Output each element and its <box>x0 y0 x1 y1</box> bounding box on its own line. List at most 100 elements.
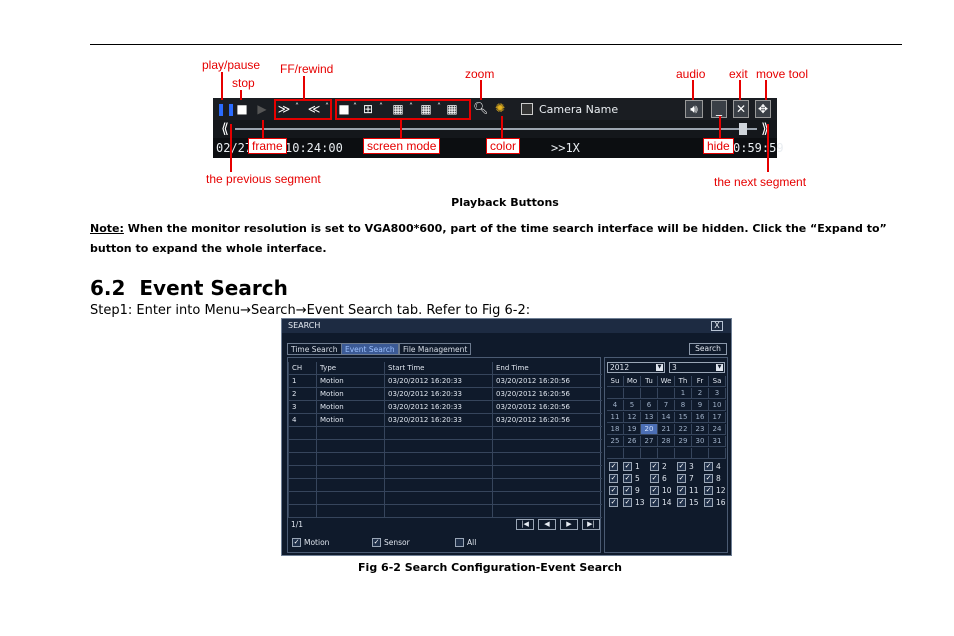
zoom-icon[interactable]: 🔍︎ <box>473 100 488 116</box>
channel-checkbox[interactable]: ✓ <box>704 498 713 507</box>
channel-checkboxes: ✓ ✓ 1 ✓ 2 ✓ 3 ✓ 4 ✓ ✓ 5 ✓ 6 ✓ 7 ✓ 8 ✓ ✓ 9 ✓ 10 ✓ 11 ✓ 12 ✓ ✓ 13 ✓ 14 ✓ 15… <box>607 462 727 512</box>
row-select-all-checkbox[interactable]: ✓ <box>609 498 618 507</box>
calendar-empty-cell <box>658 448 675 459</box>
sensor-checkbox[interactable]: ✓ <box>372 538 381 547</box>
channel-checkbox[interactable]: ✓ <box>677 486 686 495</box>
calendar-day[interactable]: 23 <box>692 424 709 435</box>
calendar-day[interactable]: 14 <box>658 412 675 423</box>
channel-checkbox[interactable]: ✓ <box>650 462 659 471</box>
table-cell <box>492 453 602 466</box>
calendar-day[interactable]: 7 <box>658 400 675 411</box>
calendar-day[interactable]: 9 <box>692 400 709 411</box>
first-page-button[interactable]: |◀ <box>516 519 534 530</box>
channel-checkbox[interactable]: ✓ <box>677 474 686 483</box>
table-row-empty <box>288 466 602 479</box>
table-row[interactable]: 1 Motion 03/20/2012 16:20:33 03/20/2012 16:… <box>288 375 602 388</box>
table-row-empty <box>288 479 602 492</box>
calendar-day[interactable]: 2 <box>692 388 709 399</box>
camera-name-checkbox[interactable] <box>521 103 533 115</box>
last-page-button[interactable]: ▶| <box>582 519 600 530</box>
seek-track[interactable] <box>235 128 757 130</box>
calendar-day[interactable]: 29 <box>675 436 692 447</box>
stop-icon[interactable]: ■ <box>235 101 249 117</box>
tab-file-management[interactable]: File Management <box>399 343 472 355</box>
channel-checkbox[interactable]: ✓ <box>677 498 686 507</box>
channel-checkbox[interactable]: ✓ <box>623 462 632 471</box>
label-stop: stop <box>232 76 255 90</box>
channel-checkbox[interactable]: ✓ <box>623 498 632 507</box>
channel-checkbox[interactable]: ✓ <box>704 474 713 483</box>
calendar-day[interactable]: 28 <box>658 436 675 447</box>
calendar-day[interactable]: 21 <box>658 424 675 435</box>
calendar-day[interactable]: 3 <box>709 388 726 399</box>
calendar-day[interactable]: 13 <box>641 412 658 423</box>
calendar-day[interactable]: 24 <box>709 424 726 435</box>
seek-thumb[interactable] <box>739 123 747 135</box>
calendar-day[interactable]: 25 <box>607 436 624 447</box>
calendar-day[interactable]: 20 <box>641 424 658 435</box>
frame-step-icon[interactable]: ▶ <box>256 101 268 117</box>
calendar-day[interactable]: 18 <box>607 424 624 435</box>
color-icon[interactable]: ✺ <box>493 100 507 116</box>
month-select[interactable]: 3 ▼ <box>669 362 725 373</box>
fig-6-2-caption: Fig 6-2 Search Configuration-Event Searc… <box>358 561 622 574</box>
row-select-all-checkbox[interactable]: ✓ <box>609 474 618 483</box>
calendar-day[interactable]: 11 <box>607 412 624 423</box>
table-row[interactable]: 3 Motion 03/20/2012 16:20:33 03/20/2012 16:… <box>288 401 602 414</box>
exit-icon[interactable]: ✕ <box>733 100 749 118</box>
end-time: 0:59:59 <box>733 141 784 155</box>
next-segment-icon[interactable]: ⟫ <box>757 121 773 137</box>
search-button[interactable]: Search <box>689 343 727 355</box>
column-header: CH <box>288 362 316 375</box>
calendar-day[interactable]: 1 <box>675 388 692 399</box>
channel-checkbox[interactable]: ✓ <box>650 498 659 507</box>
row-select-all-checkbox[interactable]: ✓ <box>609 486 618 495</box>
pause-icon[interactable]: ❚❚ <box>216 101 236 117</box>
channel-label: 15 <box>689 498 699 507</box>
channel-checkbox[interactable]: ✓ <box>704 486 713 495</box>
channel-checkbox[interactable]: ✓ <box>677 462 686 471</box>
tab-event-search[interactable]: Event Search <box>341 343 399 355</box>
tab-time-search[interactable]: Time Search <box>287 343 342 355</box>
calendar-day[interactable]: 31 <box>709 436 726 447</box>
channel-checkbox[interactable]: ✓ <box>623 486 632 495</box>
next-page-button[interactable]: ▶ <box>560 519 578 530</box>
calendar-day[interactable]: 19 <box>624 424 641 435</box>
channel-checkbox[interactable]: ✓ <box>650 486 659 495</box>
table-row[interactable]: 2 Motion 03/20/2012 16:20:33 03/20/2012 16:… <box>288 388 602 401</box>
calendar-day[interactable]: 10 <box>709 400 726 411</box>
close-button[interactable]: X <box>711 321 723 331</box>
table-cell: 03/20/2012 16:20:56 <box>492 401 602 414</box>
year-select[interactable]: 2012 ▼ <box>607 362 665 373</box>
calendar-day[interactable]: 16 <box>692 412 709 423</box>
calendar-day[interactable]: 6 <box>641 400 658 411</box>
calendar-day[interactable]: 8 <box>675 400 692 411</box>
table-cell <box>492 505 602 518</box>
calendar-day[interactable]: 22 <box>675 424 692 435</box>
playback-caption: Playback Buttons <box>451 196 559 209</box>
label-screen-mode: screen mode <box>363 138 441 154</box>
seek-bar[interactable]: ⟪ ⟫ <box>213 120 777 138</box>
channel-checkbox[interactable]: ✓ <box>704 462 713 471</box>
audio-icon[interactable]: 🔊︎ <box>685 100 703 118</box>
table-cell <box>288 505 316 518</box>
calendar-day[interactable]: 12 <box>624 412 641 423</box>
calendar-empty-cell <box>692 448 709 459</box>
motion-checkbox[interactable]: ✓ <box>292 538 301 547</box>
channel-checkbox[interactable]: ✓ <box>650 474 659 483</box>
calendar-day[interactable]: 30 <box>692 436 709 447</box>
channel-checkbox[interactable]: ✓ <box>623 474 632 483</box>
calendar-day[interactable]: 4 <box>607 400 624 411</box>
calendar-day[interactable]: 5 <box>624 400 641 411</box>
all-checkbox[interactable] <box>455 538 464 547</box>
row-select-all-checkbox[interactable]: ✓ <box>609 462 618 471</box>
table-row[interactable]: 4 Motion 03/20/2012 16:20:33 03/20/2012 16:… <box>288 414 602 427</box>
pointer-frame <box>262 120 264 140</box>
prev-page-button[interactable]: ◀ <box>538 519 556 530</box>
calendar-day[interactable]: 15 <box>675 412 692 423</box>
playback-buttons-figure: ❚❚ ■ ▶ ≫ ˄ ≪ ˄ ■ ˄ ⊞ ˄ ▦ ˄ ▦ ˄ ▦ 🔍︎ ✺ Ca… <box>0 0 954 200</box>
calendar-day[interactable]: 17 <box>709 412 726 423</box>
move-tool-icon[interactable]: ✥ <box>755 100 771 118</box>
calendar-day[interactable]: 27 <box>641 436 658 447</box>
calendar-day[interactable]: 26 <box>624 436 641 447</box>
